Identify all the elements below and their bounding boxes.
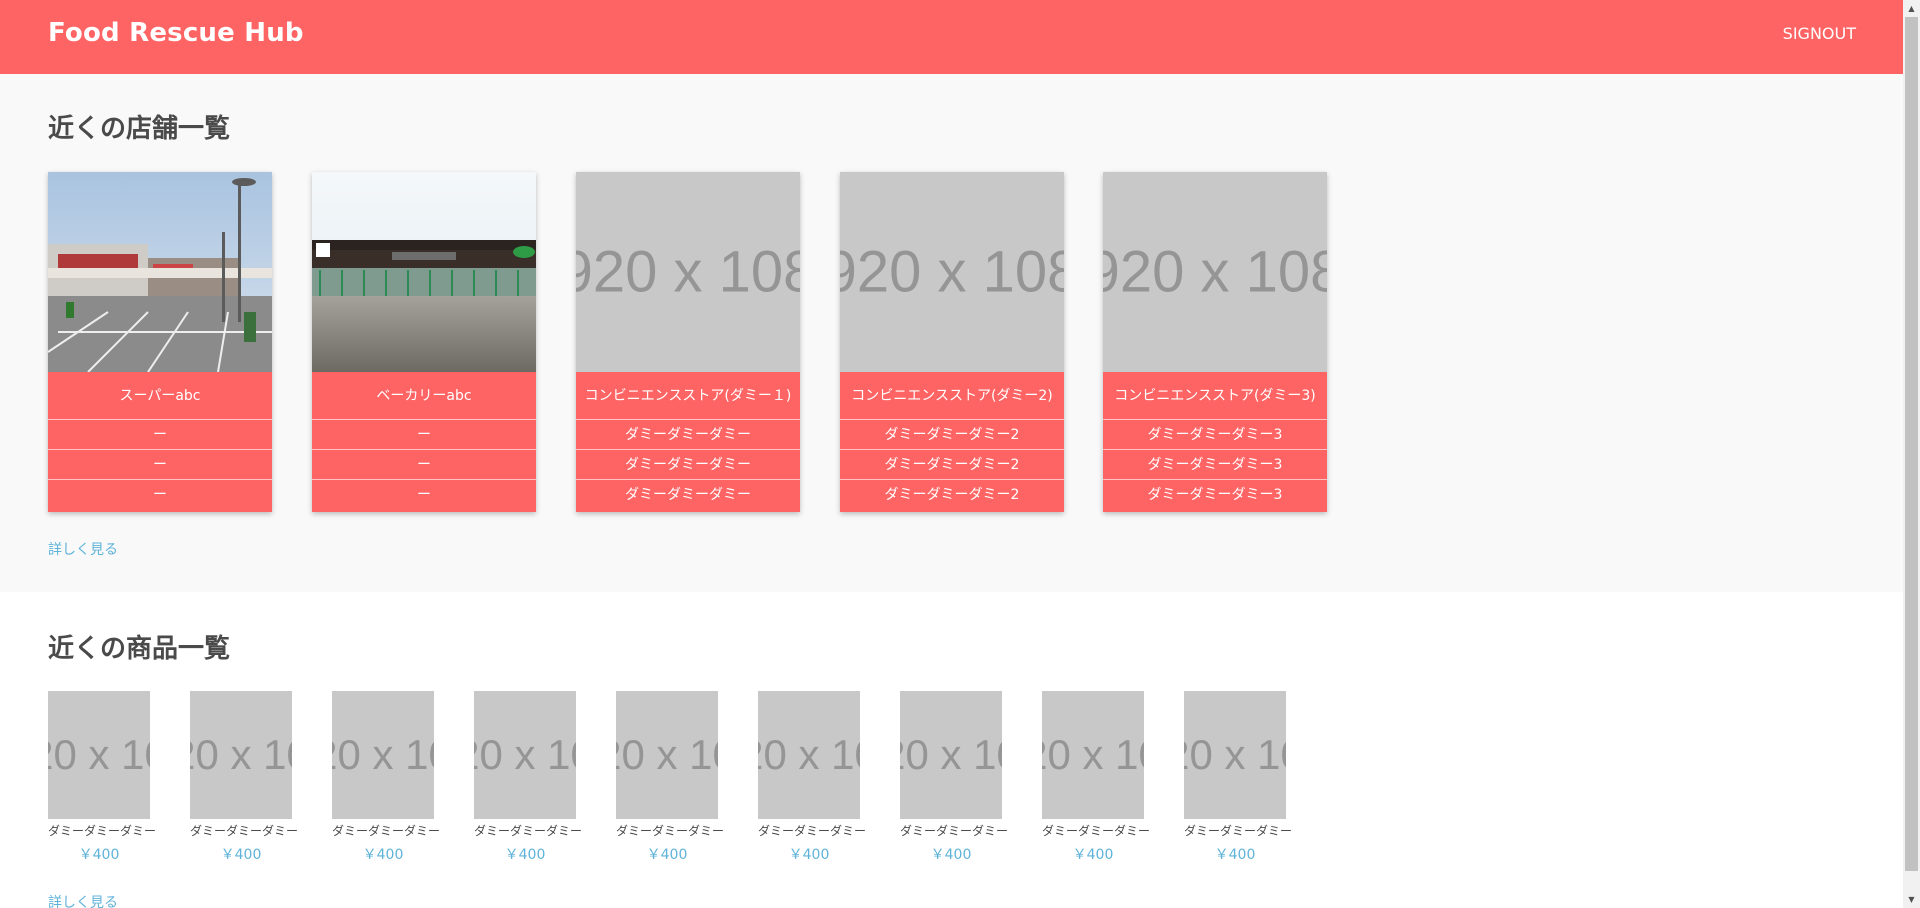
product-name: ダミーダミーダミー [474,824,583,838]
placeholder-text: 1920 x 1080 [1042,731,1144,778]
product-name: ダミーダミーダミー [1042,824,1151,838]
store-info-line: ダミーダミーダミー2 [840,450,1064,480]
placeholder-text: 1920 x 1080 [576,239,800,305]
product-image-placeholder: 1920 x 1080 [758,691,860,819]
product-image-placeholder: 1920 x 1080 [1184,691,1286,819]
store-name: コンビニエンスストア(ダミー１) [576,372,800,420]
store-image-supermarket [48,172,272,372]
product-price: ￥400 [1072,847,1114,863]
store-image-placeholder: 1920 x 1080 [840,172,1064,372]
product-price: ￥400 [504,847,546,863]
product-image-placeholder: 1920 x 1080 [190,691,292,819]
product-price: ￥400 [788,847,830,863]
product-card[interactable]: 1920 x 1080 ダミーダミーダミー ￥400 [1042,691,1151,864]
placeholder-text: 1920 x 1080 [900,731,1002,778]
store-info-line: ー [48,420,272,450]
store-info-line: ー [417,487,431,503]
store-name: コンビニエンスストア(ダミー3) [1103,372,1327,420]
stores-section: 近くの店舗一覧 スーパーabc ー ー ー ベーカリーabc ー ー ー 920… [0,74,1903,592]
products-more-link[interactable]: 詳しく見る [48,892,118,908]
store-image-placeholder: 1920 x 1080 [1103,172,1327,372]
product-image-placeholder: 1920 x 1080 [1042,691,1144,819]
store-name: ベーカリーabc [312,372,536,420]
placeholder-text: 1920 x 1080 [1103,239,1327,305]
product-card[interactable]: 1920 x 1080 ダミーダミーダミー ￥400 [474,691,583,864]
signout-link[interactable]: SIGNOUT [1783,24,1856,43]
scroll-down-arrow-icon[interactable]: ▼ [1903,891,1920,908]
store-image-placeholder: 1920 x 1080 [576,172,800,372]
placeholder-text: 1920 x 1080 [332,731,434,778]
stores-more-link[interactable]: 詳しく見る [48,539,118,559]
product-card[interactable]: 1920 x 1080 ダミーダミーダミー ￥400 [332,691,441,864]
placeholder-text: 1920 x 1080 [190,731,292,778]
brand-title[interactable]: Food Rescue Hub [48,18,304,48]
product-name: ダミーダミーダミー [1184,824,1293,838]
store-info-line: ー [48,450,272,480]
product-image-placeholder: 1920 x 1080 [474,691,576,819]
scrollbar-thumb[interactable] [1905,17,1918,871]
store-card[interactable]: スーパーabc ー ー ー [48,172,272,512]
store-info-line: ダミーダミーダミー [576,450,800,480]
product-price: ￥400 [78,847,120,863]
product-price: ￥400 [1214,847,1256,863]
store-info-line: ダミーダミーダミー2 [840,420,1064,450]
placeholder-text: 1920 x 1080 [616,731,718,778]
store-card[interactable]: 1920 x 1080 コンビニエンスストア(ダミー2) ダミーダミーダミー2 … [840,172,1064,512]
product-price: ￥400 [930,847,972,863]
placeholder-text: 1920 x 1080 [1184,731,1286,778]
product-image-placeholder: 1920 x 1080 [48,691,150,819]
product-card[interactable]: 1920 x 1080 ダミーダミーダミー ￥400 [758,691,867,864]
product-name: ダミーダミーダミー [48,824,157,838]
products-section: 近くの商品一覧 1920 x 1080 ダミーダミーダミー ￥400 1920 … [0,592,1903,908]
store-name: コンビニエンスストア(ダミー2) [840,372,1064,420]
store-name: スーパーabc [48,372,272,420]
vertical-scrollbar[interactable]: ▲ ▼ [1903,0,1920,908]
store-card[interactable]: ベーカリーabc ー ー ー [312,172,536,512]
placeholder-text: 1920 x 1080 [474,731,576,778]
store-info-line: ダミーダミーダミー3 [1103,420,1327,450]
scroll-up-arrow-icon[interactable]: ▲ [1903,0,1920,17]
store-info-line: ダミーダミーダミー2 [884,487,1020,503]
placeholder-text: 1920 x 1080 [758,731,860,778]
product-image-placeholder: 1920 x 1080 [616,691,718,819]
store-card[interactable]: 1920 x 1080 コンビニエンスストア(ダミー１) ダミーダミーダミー ダ… [576,172,800,512]
store-info-line: ダミーダミーダミー [625,487,751,503]
placeholder-text: 1920 x 1080 [840,239,1064,305]
product-image-placeholder: 1920 x 1080 [332,691,434,819]
product-card[interactable]: 1920 x 1080 ダミーダミーダミー ￥400 [190,691,299,864]
product-price: ￥400 [220,847,262,863]
store-info-line: ー [312,420,536,450]
product-image-placeholder: 1920 x 1080 [900,691,1002,819]
store-image-bakery [312,172,536,372]
placeholder-text: 1920 x 1080 [48,731,150,778]
store-info-line: ダミーダミーダミー3 [1147,487,1283,503]
products-section-title: 近くの商品一覧 [48,634,231,664]
product-card[interactable]: 1920 x 1080 ダミーダミーダミー ￥400 [616,691,725,864]
store-info-line: ー [153,487,167,503]
product-name: ダミーダミーダミー [332,824,441,838]
product-card[interactable]: 1920 x 1080 ダミーダミーダミー ￥400 [900,691,1009,864]
product-card[interactable]: 1920 x 1080 ダミーダミーダミー ￥400 [1184,691,1293,864]
product-name: ダミーダミーダミー [616,824,725,838]
product-name: ダミーダミーダミー [900,824,1009,838]
store-card[interactable]: 1920 x 1080 コンビニエンスストア(ダミー3) ダミーダミーダミー3 … [1103,172,1327,512]
bakery-storefront-photo [312,172,536,372]
product-name: ダミーダミーダミー [190,824,299,838]
page: Food Rescue Hub SIGNOUT 近くの店舗一覧 スーパーabc … [0,0,1903,908]
product-card[interactable]: 1920 x 1080 ダミーダミーダミー ￥400 [48,691,157,864]
store-info-line: ダミーダミーダミー3 [1103,450,1327,480]
store-info-line: ー [312,450,536,480]
product-price: ￥400 [646,847,688,863]
supermarket-photo [48,172,272,372]
product-price: ￥400 [362,847,404,863]
store-info-line: ダミーダミーダミー [576,420,800,450]
navbar: Food Rescue Hub SIGNOUT [0,0,1903,74]
product-name: ダミーダミーダミー [758,824,867,838]
stores-section-title: 近くの店舗一覧 [48,114,231,144]
